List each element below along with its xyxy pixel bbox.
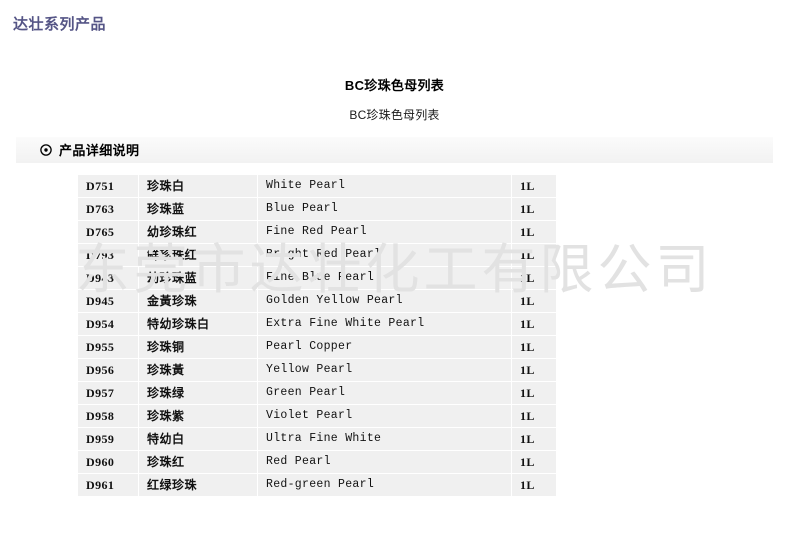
cell-name-en: Bright Red Pearl (257, 243, 512, 267)
cell-name-en: Extra Fine White Pearl (257, 312, 512, 336)
cell-unit: 1L (511, 427, 557, 451)
cell-code: D956 (77, 358, 139, 382)
circled-dot-icon (40, 144, 52, 156)
cell-name-cn: 特幼白 (138, 427, 258, 451)
cell-unit: 1L (511, 174, 557, 198)
cell-name-cn: 珍珠黃 (138, 358, 258, 382)
table-row: D793 鲜珍珠红 Bright Red Pearl 1L (77, 243, 557, 267)
cell-name-cn: 幼珍珠蓝 (138, 266, 258, 290)
cell-name-en: Ultra Fine White (257, 427, 512, 451)
cell-unit: 1L (511, 335, 557, 359)
page-subtitle: BC珍珠色母列表 (349, 108, 440, 122)
cell-name-en: Red Pearl (257, 450, 512, 474)
cell-code: D751 (77, 174, 139, 198)
cell-unit: 1L (511, 266, 557, 290)
cell-unit: 1L (511, 289, 557, 313)
cell-name-cn: 珍珠红 (138, 450, 258, 474)
cell-code: D959 (77, 427, 139, 451)
cell-name-en: Green Pearl (257, 381, 512, 405)
cell-name-cn: 珍珠紫 (138, 404, 258, 428)
cell-code: D960 (77, 450, 139, 474)
table-row: D763 珍珠蓝 Blue Pearl 1L (77, 197, 557, 221)
table-row: D961 红绿珍珠 Red-green Pearl 1L (77, 473, 557, 497)
product-table-container: D751 珍珠白 White Pearl 1L D763 珍珠蓝 Blue Pearl 1L D… (77, 174, 557, 497)
cell-unit: 1L (511, 220, 557, 244)
cell-name-cn: 珍珠蓝 (138, 197, 258, 221)
table-row: D955 珍珠铜 Pearl Copper 1L (77, 335, 557, 359)
cell-name-en: Yellow Pearl (257, 358, 512, 382)
cell-name-cn: 珍珠铜 (138, 335, 258, 359)
cell-code: D763 (77, 197, 139, 221)
cell-unit: 1L (511, 404, 557, 428)
cell-name-cn: 珍珠白 (138, 174, 258, 198)
product-table-body: D751 珍珠白 White Pearl 1L D763 珍珠蓝 Blue Pearl 1L D… (77, 174, 557, 497)
cell-code: D945 (77, 289, 139, 313)
cell-code: D957 (77, 381, 139, 405)
cell-name-cn: 红绿珍珠 (138, 473, 258, 497)
cell-name-en: Violet Pearl (257, 404, 512, 428)
table-row: D751 珍珠白 White Pearl 1L (77, 174, 557, 198)
cell-name-en: Pearl Copper (257, 335, 512, 359)
table-row: D960 珍珠红 Red Pearl 1L (77, 450, 557, 474)
cell-code: D793 (77, 243, 139, 267)
cell-name-en: Fine Red Pearl (257, 220, 512, 244)
cell-unit: 1L (511, 312, 557, 336)
cell-unit: 1L (511, 473, 557, 497)
cell-name-cn: 特幼珍珠白 (138, 312, 258, 336)
table-row: D956 珍珠黃 Yellow Pearl 1L (77, 358, 557, 382)
cell-code: D943 (77, 266, 139, 290)
cell-code: D958 (77, 404, 139, 428)
cell-name-cn: 珍珠绿 (138, 381, 258, 405)
table-row: D957 珍珠绿 Green Pearl 1L (77, 381, 557, 405)
table-row: D765 幼珍珠红 Fine Red Pearl 1L (77, 220, 557, 244)
table-row: D945 金黃珍珠 Golden Yellow Pearl 1L (77, 289, 557, 313)
cell-name-cn: 幼珍珠红 (138, 220, 258, 244)
table-row: D943 幼珍珠蓝 Fine Blue Pearl 1L (77, 266, 557, 290)
cell-unit: 1L (511, 381, 557, 405)
table-row: D959 特幼白 Ultra Fine White 1L (77, 427, 557, 451)
cell-name-en: Golden Yellow Pearl (257, 289, 512, 313)
cell-code: D961 (77, 473, 139, 497)
cell-code: D955 (77, 335, 139, 359)
page-title: BC珍珠色母列表 (344, 78, 445, 93)
table-row: D954 特幼珍珠白 Extra Fine White Pearl 1L (77, 312, 557, 336)
cell-unit: 1L (511, 358, 557, 382)
section-title: 产品详细说明 (59, 142, 140, 158)
cell-name-cn: 鲜珍珠红 (138, 243, 258, 267)
cell-name-en: Fine Blue Pearl (257, 266, 512, 290)
cell-unit: 1L (511, 197, 557, 221)
cell-code: D954 (77, 312, 139, 336)
site-title: 达壮系列产品 (13, 16, 107, 33)
cell-name-cn: 金黃珍珠 (138, 289, 258, 313)
section-header-bar: 产品详细说明 (16, 137, 773, 163)
cell-name-en: Blue Pearl (257, 197, 512, 221)
cell-name-en: White Pearl (257, 174, 512, 198)
cell-name-en: Red-green Pearl (257, 473, 512, 497)
cell-code: D765 (77, 220, 139, 244)
cell-unit: 1L (511, 450, 557, 474)
cell-unit: 1L (511, 243, 557, 267)
page-header: 达壮系列产品 (0, 0, 789, 45)
table-row: D958 珍珠紫 Violet Pearl 1L (77, 404, 557, 428)
product-table: D751 珍珠白 White Pearl 1L D763 珍珠蓝 Blue Pearl 1L D… (77, 174, 557, 497)
document-title-block: BC珍珠色母列表 BC珍珠色母列表 (0, 78, 789, 123)
